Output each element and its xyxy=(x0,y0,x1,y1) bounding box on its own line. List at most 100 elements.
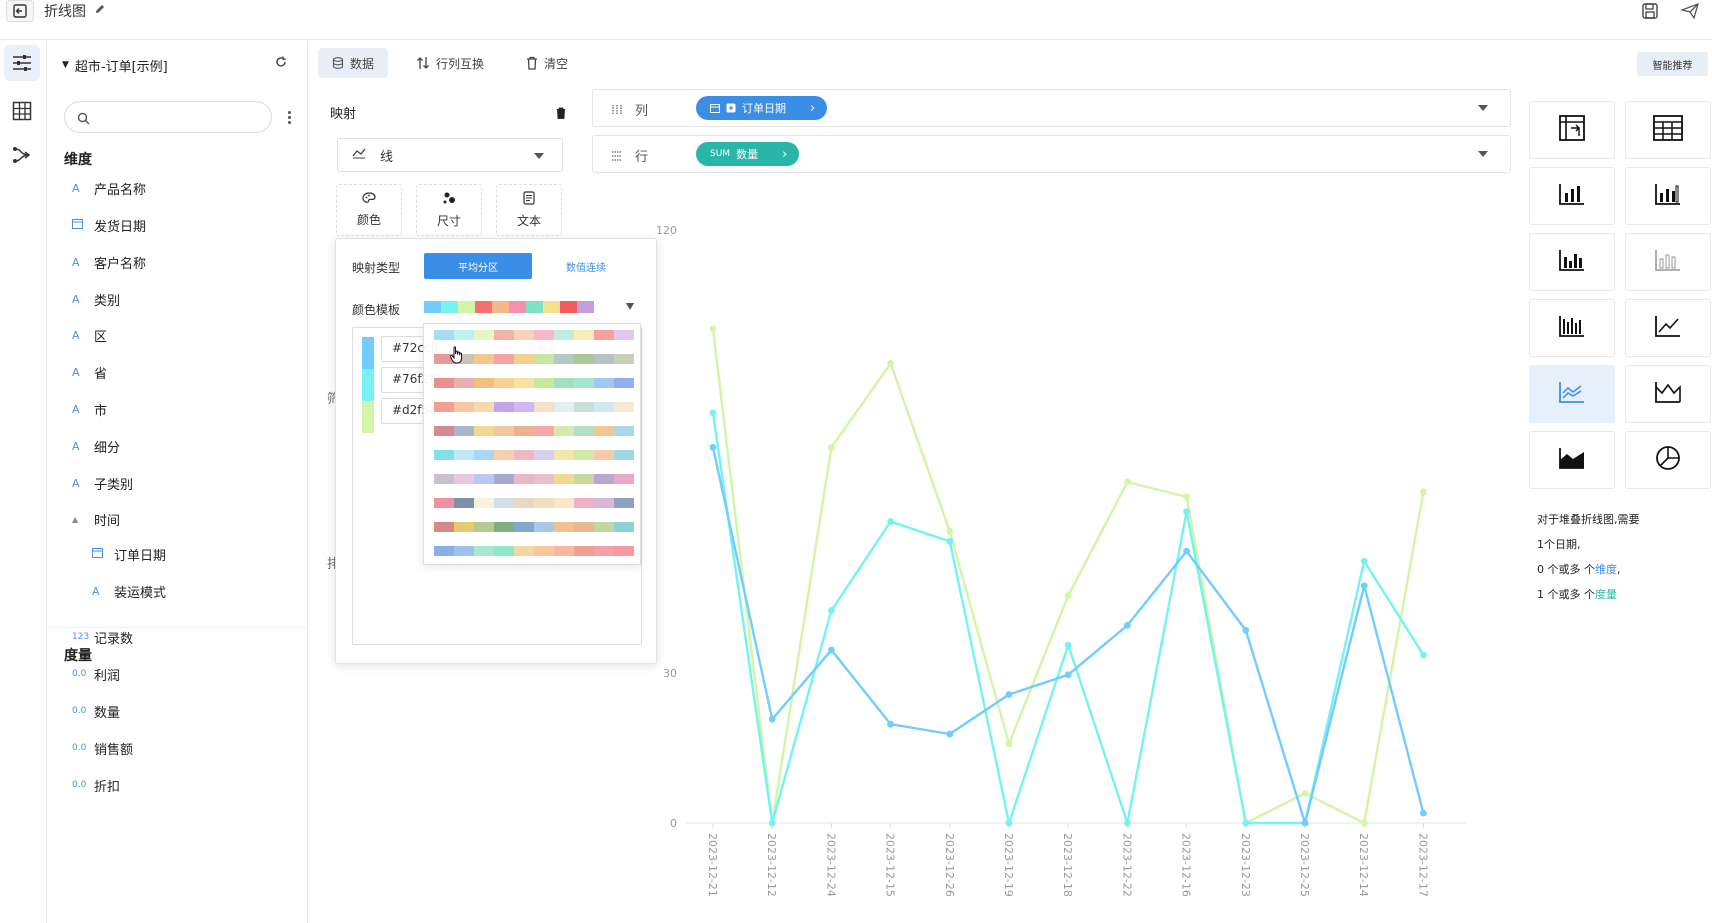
dimension-field[interactable]: 发货日期 xyxy=(72,214,146,236)
palette-option[interactable] xyxy=(434,426,634,436)
data-point[interactable] xyxy=(1183,547,1190,555)
data-point[interactable] xyxy=(1420,488,1427,496)
palette-option[interactable] xyxy=(434,522,634,532)
mapping-color-swatch[interactable] xyxy=(362,337,374,369)
chart-type-bar-chart[interactable] xyxy=(1529,167,1615,225)
settings-sliders-icon[interactable] xyxy=(4,45,40,81)
data-point[interactable] xyxy=(946,730,954,738)
data-point[interactable] xyxy=(1005,691,1013,698)
data-point[interactable] xyxy=(709,409,717,417)
color-template-strip[interactable] xyxy=(424,301,594,313)
data-point[interactable] xyxy=(828,607,835,614)
measure-field[interactable]: 0.0 数量 xyxy=(72,700,120,722)
datasource-selector[interactable]: ▼ 超市-订单[示例] xyxy=(62,53,302,77)
data-point[interactable] xyxy=(887,518,894,525)
chart-type-area-chart[interactable] xyxy=(1625,365,1711,423)
data-point[interactable] xyxy=(1064,592,1072,600)
chevron-down-icon[interactable] xyxy=(626,303,634,310)
mapping-color-swatch[interactable] xyxy=(362,401,374,433)
palette-option[interactable] xyxy=(434,498,634,508)
data-point[interactable] xyxy=(828,646,835,654)
measure-field[interactable]: 0.0 销售额 xyxy=(72,737,133,759)
palette-option[interactable] xyxy=(434,474,634,484)
measure-field[interactable]: 123 记录数 xyxy=(72,626,133,648)
data-point[interactable] xyxy=(1420,809,1427,817)
encoding-size-button[interactable]: 尺寸 xyxy=(416,184,482,236)
chart-type-grouped-bar[interactable] xyxy=(1625,167,1711,225)
save-icon[interactable] xyxy=(1638,0,1662,22)
chart-type-crosstab[interactable] xyxy=(1529,101,1615,159)
encoding-text-button[interactable]: 文本 xyxy=(496,184,562,236)
data-point[interactable] xyxy=(1124,478,1131,486)
palette-option[interactable] xyxy=(434,378,634,388)
dimension-field[interactable]: A市 xyxy=(72,398,107,420)
measure-field[interactable]: 0.0 利润 xyxy=(72,663,120,685)
pencil-icon[interactable] xyxy=(94,3,106,19)
data-point[interactable] xyxy=(1124,621,1131,629)
trash-icon[interactable] xyxy=(556,104,566,123)
smart-recommend-button[interactable]: 智能推荐 xyxy=(1637,52,1708,76)
data-point[interactable] xyxy=(1242,626,1250,634)
data-point[interactable] xyxy=(1360,582,1368,590)
chart-type-stacked-bar[interactable] xyxy=(1529,233,1615,291)
data-point[interactable] xyxy=(1005,819,1013,827)
data-point[interactable] xyxy=(1242,819,1250,827)
data-point[interactable] xyxy=(946,528,954,535)
chart-type-pie-chart[interactable] xyxy=(1625,431,1711,489)
data-point[interactable] xyxy=(1420,651,1427,659)
data-point[interactable] xyxy=(1183,508,1190,516)
chart-type-multi-bar[interactable] xyxy=(1529,299,1615,357)
data-point[interactable] xyxy=(1360,557,1368,565)
dimension-field[interactable]: A 产品名称 xyxy=(72,177,146,199)
dimension-link[interactable]: 维度 xyxy=(1595,563,1617,576)
option-continuous-button[interactable]: 数值连续 xyxy=(534,253,638,279)
data-point[interactable] xyxy=(1005,740,1013,748)
data-point[interactable] xyxy=(946,537,954,545)
dimension-field[interactable]: A区 xyxy=(72,324,107,346)
palette-option[interactable] xyxy=(434,546,634,556)
swap-button[interactable]: 行列互换 xyxy=(402,48,498,78)
data-point[interactable] xyxy=(709,325,717,333)
data-point[interactable] xyxy=(1064,641,1072,649)
data-point[interactable] xyxy=(1124,819,1131,827)
clear-button[interactable]: 清空 xyxy=(512,48,582,78)
dimension-field[interactable]: A省 xyxy=(72,361,107,383)
dimension-field[interactable]: A 子类别 xyxy=(72,472,133,494)
refresh-icon[interactable] xyxy=(274,55,288,73)
option-avg-button[interactable]: 平均分区 xyxy=(424,253,532,279)
encoding-color-button[interactable]: 颜色 xyxy=(336,184,402,236)
mapping-color-swatch[interactable] xyxy=(362,369,374,401)
chart-type-stacked-area[interactable] xyxy=(1529,431,1615,489)
data-point[interactable] xyxy=(1301,789,1309,797)
measure-field[interactable]: 0.0 折扣 xyxy=(72,774,120,796)
columns-pill[interactable]: 订单日期 › xyxy=(696,96,828,120)
search-input[interactable] xyxy=(64,101,272,133)
dimension-field[interactable]: A 类别 xyxy=(72,288,120,310)
chart-type-stacked-line[interactable] xyxy=(1529,365,1615,423)
palette-option[interactable] xyxy=(434,450,634,460)
send-icon[interactable] xyxy=(1678,0,1702,22)
data-point[interactable] xyxy=(1301,819,1309,827)
palette-option[interactable] xyxy=(434,354,634,364)
data-button[interactable]: 数据 xyxy=(318,48,389,78)
chevron-down-icon[interactable] xyxy=(1478,105,1488,111)
dimension-field[interactable]: A 装运模式 xyxy=(92,580,166,602)
palette-option[interactable] xyxy=(434,330,634,340)
data-point[interactable] xyxy=(768,819,776,827)
data-point[interactable] xyxy=(887,360,894,367)
rows-shelf[interactable]: 行 SUM 数量 › xyxy=(592,135,1511,173)
mark-type-select[interactable]: 线 xyxy=(337,138,563,172)
data-point[interactable] xyxy=(887,720,894,728)
data-point[interactable] xyxy=(768,715,776,723)
chart-type-line-chart[interactable] xyxy=(1625,299,1711,357)
chart-type-percent-bar[interactable] xyxy=(1625,233,1711,291)
more-menu-icon[interactable] xyxy=(284,107,294,127)
data-point[interactable] xyxy=(709,444,717,451)
table-grid-icon[interactable] xyxy=(4,93,40,129)
chart-type-table[interactable] xyxy=(1625,101,1711,159)
measure-link[interactable]: 度量 xyxy=(1595,588,1617,601)
data-point[interactable] xyxy=(1064,671,1072,679)
exit-icon[interactable] xyxy=(6,0,34,22)
columns-shelf[interactable]: 列 订单日期 › xyxy=(592,89,1511,127)
data-point[interactable] xyxy=(1183,493,1190,501)
